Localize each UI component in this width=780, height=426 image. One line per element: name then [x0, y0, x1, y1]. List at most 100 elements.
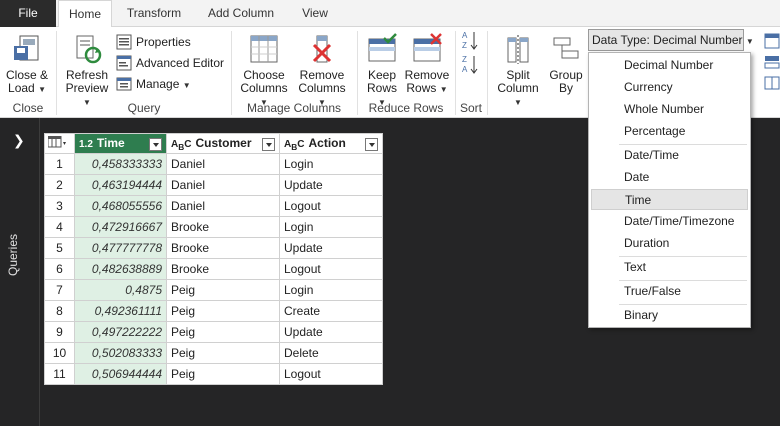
cell-time[interactable]: 0,502083333	[74, 342, 167, 364]
cell-customer[interactable]: Peig	[166, 279, 280, 301]
text-type-icon[interactable]: ABC	[171, 139, 191, 152]
cell-action[interactable]: Login	[279, 279, 383, 301]
cell-customer[interactable]: Peig	[166, 321, 280, 343]
cell-action[interactable]: Login	[279, 216, 383, 238]
tab-view[interactable]: View	[290, 0, 340, 27]
group-by-label-2: By	[558, 81, 573, 95]
cell-time[interactable]: 0,472916667	[74, 216, 167, 238]
cell-customer[interactable]: Daniel	[166, 174, 280, 196]
cell-customer[interactable]: Peig	[166, 342, 280, 364]
cell-action[interactable]: Create	[279, 300, 383, 322]
row-number[interactable]: 3	[44, 195, 75, 217]
advanced-editor-button[interactable]: Advanced Editor	[116, 54, 230, 72]
filter-dropdown-icon[interactable]	[262, 137, 275, 151]
menu-item-time[interactable]: Time	[591, 189, 748, 210]
row-number[interactable]: 4	[44, 216, 75, 238]
table-row: 3 0,468055556 Daniel Logout	[44, 195, 383, 217]
text-type-icon[interactable]: ABC	[284, 139, 304, 152]
menu-item-date-time-timezone[interactable]: Date/Time/Timezone	[591, 211, 748, 232]
cell-time[interactable]: 0,468055556	[74, 195, 167, 217]
group-label-reduce-rows: Reduce Rows	[368, 101, 444, 115]
decimal-type-icon[interactable]: 1.2	[79, 139, 93, 150]
close-load-button[interactable]: Close & Load ▼	[4, 33, 50, 96]
menu-item-date-time[interactable]: Date/Time	[591, 145, 748, 166]
tab-file[interactable]: File	[0, 0, 56, 27]
cell-customer[interactable]: Peig	[166, 300, 280, 322]
column-header-time[interactable]: 1.2 Time	[74, 133, 167, 154]
cell-action[interactable]: Logout	[279, 363, 383, 385]
menu-item-date[interactable]: Date	[591, 167, 748, 188]
cell-action[interactable]: Logout	[279, 258, 383, 280]
split-column-button[interactable]: Split Column ▼	[492, 33, 544, 109]
sort-descending-button[interactable]: Z A	[460, 53, 480, 78]
cell-time[interactable]: 0,477777778	[74, 237, 167, 259]
menu-item-whole-number[interactable]: Whole Number	[591, 99, 748, 120]
cell-customer[interactable]: Brooke	[166, 258, 280, 280]
cell-customer[interactable]: Daniel	[166, 153, 280, 175]
refresh-preview-button[interactable]: Refresh Preview ▼	[62, 33, 112, 109]
menu-item-binary[interactable]: Binary	[591, 305, 748, 326]
cell-customer[interactable]: Daniel	[166, 195, 280, 217]
menu-item-decimal-number[interactable]: Decimal Number	[591, 55, 748, 76]
row-number[interactable]: 2	[44, 174, 75, 196]
manage-button[interactable]: Manage ▼	[116, 75, 206, 93]
cell-time[interactable]: 0,458333333	[74, 153, 167, 175]
cell-action[interactable]: Logout	[279, 195, 383, 217]
menu-item-currency[interactable]: Currency	[591, 77, 748, 98]
keep-rows-button[interactable]: Keep Rows ▼	[362, 33, 402, 109]
row-number[interactable]: 9	[44, 321, 75, 343]
menu-item-text[interactable]: Text	[591, 257, 748, 278]
table-row: 5 0,477777778 Brooke Update	[44, 237, 383, 259]
cell-time[interactable]: 0,4875	[74, 279, 167, 301]
sort-ascending-button[interactable]: A Z	[460, 29, 480, 54]
row-number[interactable]: 6	[44, 258, 75, 280]
cell-action[interactable]: Update	[279, 174, 383, 196]
row-number[interactable]: 7	[44, 279, 75, 301]
queries-pane-label[interactable]: Queries	[6, 216, 20, 276]
data-type-dropdown[interactable]: Data Type: Decimal Number ▼	[588, 29, 754, 51]
merge-queries-button[interactable]	[764, 75, 780, 94]
choose-columns-button[interactable]: Choose Columns ▼	[236, 33, 292, 109]
menu-item-duration[interactable]: Duration	[591, 233, 748, 254]
chevron-down-icon: ▼	[745, 37, 754, 46]
ribbon-separator	[56, 31, 57, 115]
cell-customer[interactable]: Brooke	[166, 237, 280, 259]
filter-dropdown-icon[interactable]	[149, 138, 162, 151]
filter-dropdown-icon[interactable]	[365, 137, 378, 151]
cell-action[interactable]: Update	[279, 321, 383, 343]
tab-home[interactable]: Home	[58, 0, 112, 28]
use-first-row-button[interactable]	[764, 33, 780, 52]
cell-time[interactable]: 0,492361111	[74, 300, 167, 322]
tab-transform[interactable]: Transform	[116, 0, 192, 27]
remove-columns-button[interactable]: Remove Columns ▼	[294, 33, 350, 109]
cell-time[interactable]: 0,482638889	[74, 258, 167, 280]
tab-add-column[interactable]: Add Column	[196, 0, 286, 27]
cell-customer[interactable]: Peig	[166, 363, 280, 385]
row-number[interactable]: 11	[44, 363, 75, 385]
cell-action[interactable]: Login	[279, 153, 383, 175]
remove-rows-button[interactable]: Remove Rows ▼	[404, 33, 450, 96]
menu-item-percentage[interactable]: Percentage	[591, 121, 748, 142]
properties-button[interactable]: Properties	[116, 33, 226, 51]
cell-time[interactable]: 0,463194444	[74, 174, 167, 196]
data-type-label: Data Type: Decimal Number	[592, 33, 743, 47]
group-by-button[interactable]: Group By	[546, 33, 586, 95]
row-number[interactable]: 1	[44, 153, 75, 175]
cell-action[interactable]: Update	[279, 237, 383, 259]
table-row: 10 0,502083333 Peig Delete	[44, 342, 383, 364]
row-number[interactable]: 5	[44, 237, 75, 259]
menu-item-true-false[interactable]: True/False	[591, 281, 748, 302]
cell-customer[interactable]: Brooke	[166, 216, 280, 238]
queries-pane: ❯ Queries	[0, 118, 40, 426]
cell-action[interactable]: Delete	[279, 342, 383, 364]
row-number[interactable]: 10	[44, 342, 75, 364]
table-menu-button[interactable]	[44, 133, 75, 154]
properties-label: Properties	[136, 35, 191, 49]
cell-time[interactable]: 0,506944444	[74, 363, 167, 385]
row-number[interactable]: 8	[44, 300, 75, 322]
chevron-right-icon[interactable]: ❯	[13, 132, 25, 149]
replace-values-button[interactable]	[764, 54, 780, 73]
column-header-action[interactable]: ABC Action	[279, 133, 383, 154]
cell-time[interactable]: 0,497222222	[74, 321, 167, 343]
column-header-customer[interactable]: ABC Customer	[166, 133, 280, 154]
